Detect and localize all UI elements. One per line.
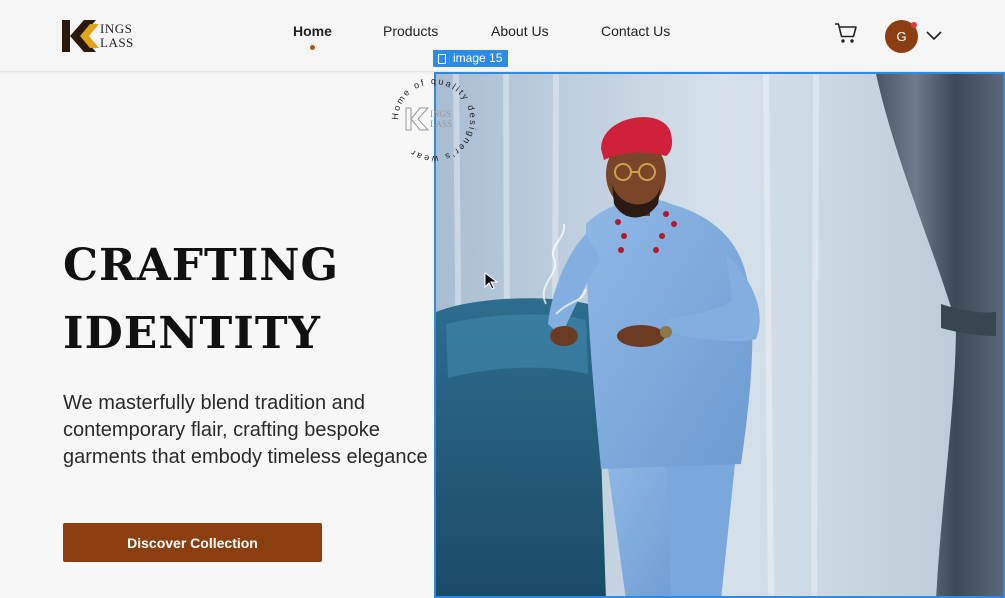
hero-title: CRAFTING IDENTITY	[63, 240, 340, 359]
nav-about-us[interactable]: About Us	[491, 23, 549, 39]
selection-label: image 15	[433, 50, 509, 67]
hero-description: We masterfully blend tradition and conte…	[63, 392, 428, 468]
model-photo	[436, 74, 1003, 596]
chevron-down-icon[interactable]	[925, 29, 943, 41]
frame-icon	[438, 53, 446, 64]
active-indicator-dot	[309, 45, 315, 50]
user-avatar[interactable]: G	[885, 20, 918, 53]
nav-contact-us[interactable]: Contact Us	[601, 23, 670, 39]
hero-image[interactable]	[434, 72, 1005, 598]
svg-text:LASS: LASS	[430, 119, 452, 129]
notification-dot	[911, 22, 917, 28]
svg-text:INGS: INGS	[430, 109, 451, 119]
avatar-initial: G	[896, 29, 907, 44]
cart-icon[interactable]	[834, 22, 858, 44]
discover-collection-button[interactable]: Discover Collection	[63, 523, 322, 562]
mouse-cursor-icon	[484, 272, 499, 290]
quality-badge: Home of quality designer's wear INGS LAS…	[390, 76, 476, 164]
nav-home[interactable]: Home	[293, 23, 332, 50]
nav-products[interactable]: Products	[383, 23, 438, 39]
